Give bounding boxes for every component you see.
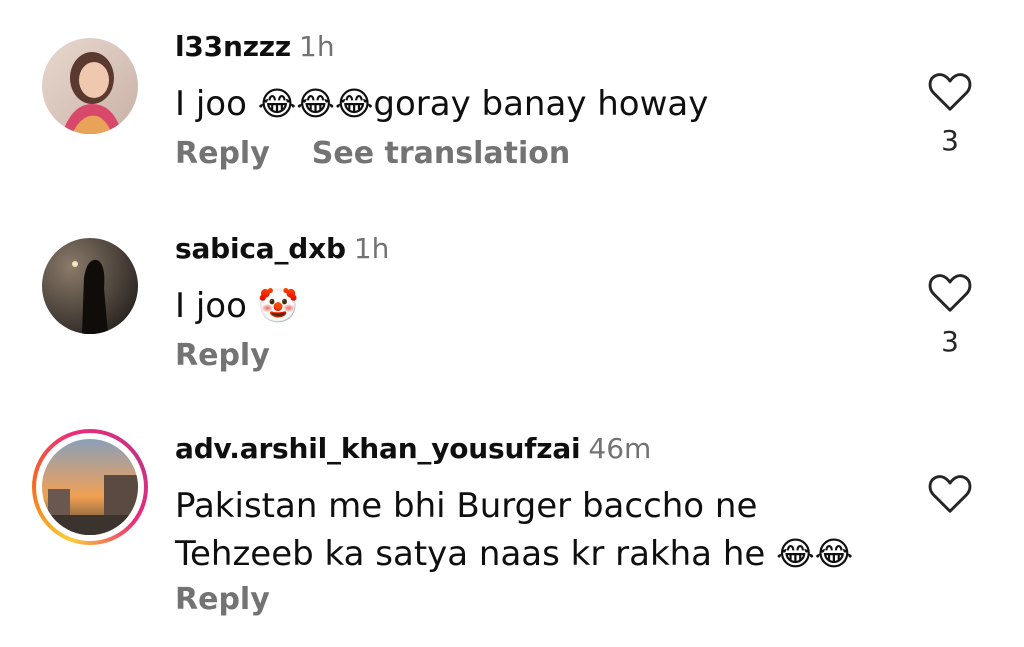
heart-outline-icon[interactable] — [928, 474, 972, 514]
story-ring[interactable] — [32, 429, 148, 545]
like-count: 3 — [941, 325, 959, 358]
username[interactable]: sabica_dxb — [175, 232, 346, 265]
comment-header: adv.arshil_khan_yousufzai 46m — [175, 432, 651, 465]
username[interactable]: l33nzzz — [175, 30, 291, 63]
comment-text: Pakistan me bhi Burger baccho ne Tehzeeb… — [175, 482, 853, 578]
like-control: 3 — [925, 72, 975, 157]
comment-text: I joo 🤡 — [175, 282, 299, 330]
comment-text-part: goray banay howay — [373, 84, 709, 124]
emoji: 😂😂 — [776, 534, 854, 573]
heart-outline-icon[interactable] — [928, 273, 972, 313]
comment-text: I joo 😂😂😂goray banay howay — [175, 80, 708, 128]
avatar-photo — [42, 439, 138, 535]
avatar-photo — [42, 238, 138, 334]
comment-header: sabica_dxb 1h — [175, 232, 389, 265]
avatar[interactable] — [42, 38, 138, 134]
reply-button[interactable]: Reply — [175, 136, 270, 171]
timestamp: 1h — [353, 232, 390, 265]
timestamp: 46m — [588, 432, 652, 465]
comment-text-part: I joo — [175, 84, 258, 124]
comment-text-line: Pakistan me bhi Burger baccho ne — [175, 486, 758, 526]
avatar[interactable] — [42, 439, 138, 535]
emoji: 😂😂😂 — [257, 84, 374, 123]
comment-actions: Reply See translation — [175, 136, 570, 171]
comment-actions: Reply — [175, 582, 270, 617]
username[interactable]: adv.arshil_khan_yousufzai — [175, 432, 581, 465]
comment-text-part: I joo — [175, 286, 258, 326]
like-count: 3 — [941, 124, 959, 157]
like-control — [925, 474, 975, 514]
avatar[interactable] — [42, 238, 138, 334]
heart-outline-icon[interactable] — [928, 72, 972, 112]
emoji: 🤡 — [257, 286, 299, 325]
comment-text-part: Tehzeeb ka satya naas kr rakha he — [175, 534, 777, 574]
reply-button[interactable]: Reply — [175, 582, 270, 617]
comments-list: l33nzzz 1h I joo 😂😂😂goray banay howay Rep… — [0, 0, 1024, 647]
see-translation-button[interactable]: See translation — [312, 136, 570, 171]
avatar-photo — [42, 38, 138, 134]
comment-text-line: Tehzeeb ka satya naas kr rakha he 😂😂 — [175, 530, 853, 578]
reply-button[interactable]: Reply — [175, 338, 270, 373]
comment-header: l33nzzz 1h — [175, 30, 335, 63]
comment-actions: Reply — [175, 338, 270, 373]
timestamp: 1h — [299, 30, 335, 63]
like-control: 3 — [925, 273, 975, 358]
